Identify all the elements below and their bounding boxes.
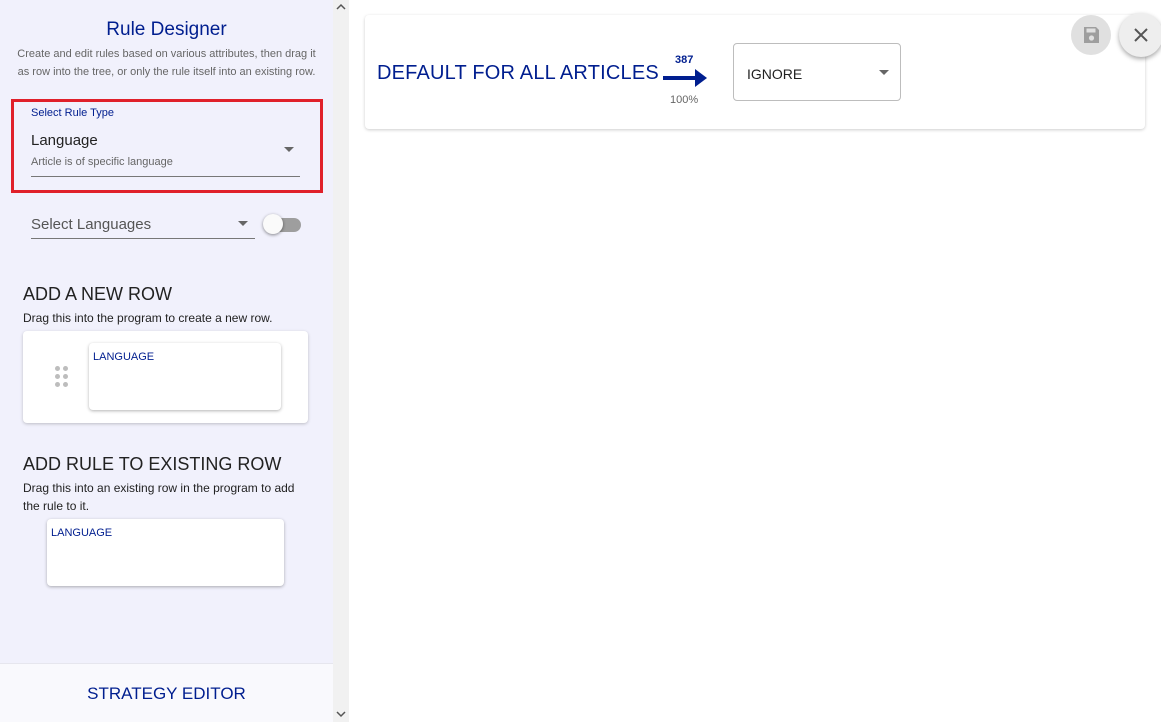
scroll-up-icon[interactable] [336,2,346,12]
existing-row-rule-draggable[interactable]: LANGUAGE [47,519,284,586]
article-percent: 100% [670,94,699,106]
sidebar-scrollbar[interactable] [333,0,349,722]
chevron-down-icon [284,147,294,152]
chevron-down-icon [238,221,248,226]
default-action-value: IGNORE [747,66,803,82]
drag-handle-icon [55,366,69,388]
rule-type-underline [31,176,300,177]
article-count: 387 [675,54,694,66]
sidebar-description: Create and edit rules based on various a… [17,48,316,78]
default-action-select[interactable]: IGNORE [733,43,901,101]
new-row-subtitle: Drag this into the program to create a n… [23,311,273,325]
default-row-label: DEFAULT FOR ALL ARTICLES [377,62,659,84]
select-languages-dropdown[interactable]: Select Languages [31,210,255,239]
close-button[interactable] [1119,13,1161,57]
existing-row-subtitle: Drag this into an existing row in the pr… [23,481,295,513]
app-root: Rule Designer Create and edit rules base… [0,0,1161,722]
existing-row-heading: ADD RULE TO EXISTING ROW [23,454,282,474]
program-tree-area: DEFAULT FOR ALL ARTICLES 387 100% IGNORE [349,0,1161,722]
toggle-thumb [263,214,283,234]
scroll-down-icon[interactable] [336,709,346,719]
rule-card-label: LANGUAGE [51,527,113,539]
new-row-rule-card: LANGUAGE [89,343,281,410]
strategy-editor-button[interactable]: STRATEGY EDITOR [0,684,333,704]
rule-card-label: LANGUAGE [93,351,155,363]
rule-type-value: Language [31,132,98,149]
select-languages-placeholder: Select Languages [31,216,152,233]
rule-type-select[interactable]: Select Rule Type Language Article is of … [11,99,323,193]
rule-type-label: Select Rule Type [31,107,114,119]
new-row-draggable[interactable]: LANGUAGE [23,331,308,423]
rule-designer-sidebar: Rule Designer Create and edit rules base… [0,0,333,722]
default-row-card: DEFAULT FOR ALL ARTICLES 387 100% IGNORE [365,15,1145,129]
rule-type-sublabel: Article is of specific language [31,156,173,168]
close-icon [1134,28,1148,42]
chevron-down-icon [879,70,889,75]
sidebar-footer: STRATEGY EDITOR [0,663,333,722]
arrow-right-icon [663,69,707,87]
save-icon [1084,27,1099,43]
new-row-heading: ADD A NEW ROW [23,284,173,304]
languages-toggle[interactable] [263,213,303,235]
sidebar-title: Rule Designer [106,19,227,40]
save-button[interactable] [1071,15,1111,55]
